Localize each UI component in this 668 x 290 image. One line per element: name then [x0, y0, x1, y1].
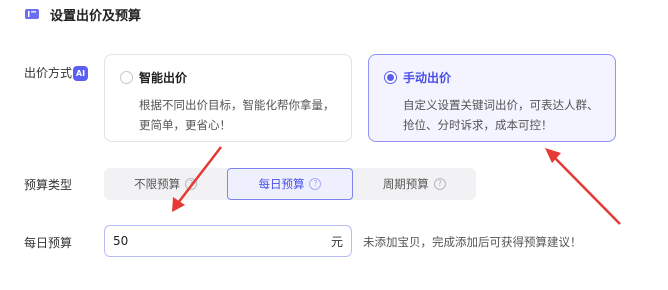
section-header: 设置出价及预算	[24, 4, 141, 24]
manual-bid-radio[interactable]	[384, 70, 397, 84]
red-arrow-right	[545, 148, 621, 225]
section-title: 设置出价及预算	[50, 8, 142, 24]
currency-unit: 元	[330, 234, 343, 249]
manual-bid-title: 手动出价	[403, 70, 452, 85]
bid-method-label: 出价方式 AI	[24, 64, 89, 81]
smart-bid-card[interactable]: 智能出价 根据不同出价目标，智能化帮你拿量， 更简单，更省心！	[104, 54, 352, 142]
budget-hint: 未添加宝贝，完成添加后可获得预算建议！	[363, 235, 582, 249]
smart-bid-radio[interactable]	[120, 70, 133, 84]
daily-budget-label: 每日预算	[24, 236, 73, 250]
budget-option-period[interactable]: 周期预算 ?	[353, 168, 476, 200]
budget-option-daily[interactable]: 每日预算 ?	[227, 168, 353, 200]
budget-option-unlimited[interactable]: 不限预算 ?	[104, 168, 227, 200]
smart-bid-description: 根据不同出价目标，智能化帮你拿量， 更简单，更省心！	[139, 98, 335, 132]
budget-type-segment: 不限预算 ? 每日预算 ? 周期预算 ?	[104, 168, 476, 200]
ai-badge: AI	[73, 66, 89, 81]
help-icon[interactable]: ?	[433, 178, 446, 190]
manual-bid-card[interactable]: 手动出价 自定义设置关键词出价，可表达人群、 抢位、分时诉求，成本可控！	[368, 54, 616, 142]
coupon-icon	[24, 6, 40, 22]
budget-type-label: 预算类型	[24, 178, 73, 192]
daily-budget-input[interactable]	[113, 234, 331, 248]
help-icon[interactable]: ?	[309, 178, 322, 190]
smart-bid-title: 智能出价	[139, 70, 188, 85]
daily-budget-field[interactable]: 元	[104, 225, 352, 257]
manual-bid-description: 自定义设置关键词出价，可表达人群、 抢位、分时诉求，成本可控！	[403, 98, 599, 132]
help-icon[interactable]: ?	[185, 178, 198, 190]
